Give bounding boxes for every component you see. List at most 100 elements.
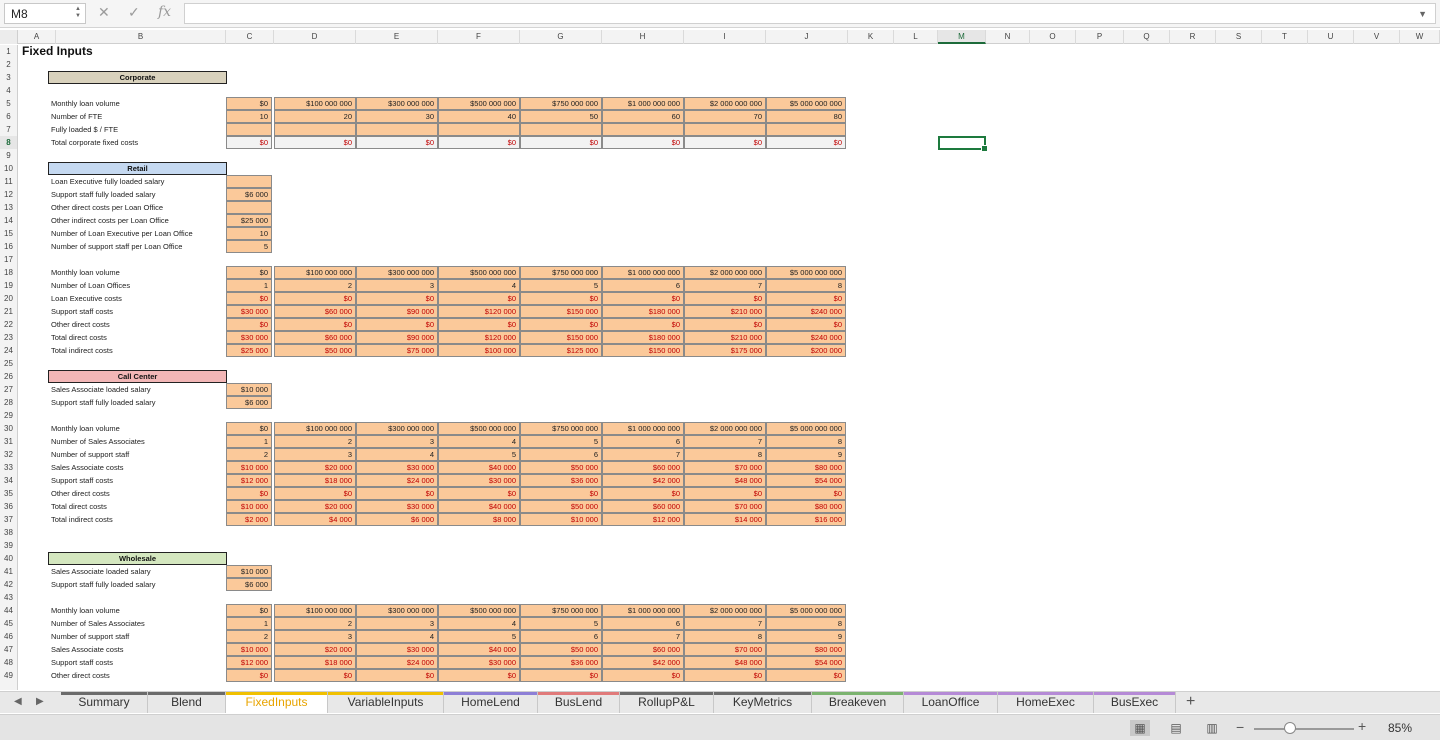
column-header-n[interactable]: N — [986, 30, 1030, 44]
wholesale-table-cell[interactable]: 6 — [602, 617, 684, 630]
corporate-table-cell[interactable] — [766, 123, 846, 136]
wholesale-table-cell[interactable]: $0 — [602, 669, 684, 682]
corporate-table-cell[interactable]: 70 — [684, 110, 766, 123]
row-header-1[interactable]: 1 — [0, 45, 17, 58]
call_center-table-cell[interactable]: $10 000 — [226, 461, 272, 474]
wholesale-table-cell[interactable]: 5 — [438, 630, 520, 643]
retail-table-cell[interactable]: 2 — [274, 279, 356, 292]
row-header-10[interactable]: 10 — [0, 162, 17, 175]
call_center-table-cell[interactable]: $0 — [438, 487, 520, 500]
corporate-table-cell[interactable]: $100 000 000 — [274, 97, 356, 110]
selected-cell[interactable] — [938, 136, 988, 152]
retail-table-cell[interactable]: $0 — [602, 318, 684, 331]
retail-table-cell[interactable]: $1 000 000 000 — [602, 266, 684, 279]
retail-table-cell[interactable]: $0 — [684, 318, 766, 331]
retail-table-cell[interactable]: $180 000 — [602, 331, 684, 344]
call_center-table-cell[interactable]: $300 000 000 — [356, 422, 438, 435]
wholesale-table-cell[interactable]: $24 000 — [356, 656, 438, 669]
call_center-table-cell[interactable]: 3 — [356, 435, 438, 448]
retail-table-cell[interactable]: $0 — [438, 318, 520, 331]
page-layout-view-icon[interactable]: ▤ — [1166, 720, 1186, 736]
call_center-table-cell[interactable]: $6 000 — [356, 513, 438, 526]
row-header-15[interactable]: 15 — [0, 227, 17, 240]
wholesale-table-cell[interactable]: 5 — [520, 617, 602, 630]
row-header-41[interactable]: 41 — [0, 565, 17, 578]
call_center-table-cell[interactable]: 4 — [356, 448, 438, 461]
corporate-table-cell[interactable] — [438, 123, 520, 136]
cancel-icon[interactable]: ✕ — [98, 4, 110, 21]
row-header-38[interactable]: 38 — [0, 526, 17, 539]
wholesale-table-cell[interactable]: $60 000 — [602, 643, 684, 656]
wholesale-table-cell[interactable]: $2 000 000 000 — [684, 604, 766, 617]
column-header-m[interactable]: M — [938, 30, 986, 44]
call_center-table-cell[interactable]: 6 — [520, 448, 602, 461]
column-header-w[interactable]: W — [1400, 30, 1440, 44]
row-header-29[interactable]: 29 — [0, 409, 17, 422]
retail-table-cell[interactable]: $0 — [356, 292, 438, 305]
call_center-table-cell[interactable]: $0 — [274, 487, 356, 500]
corporate-table-cell[interactable]: $0 — [356, 136, 438, 149]
retail-table-cell[interactable]: $30 000 — [226, 305, 272, 318]
call_center-table-cell[interactable]: 8 — [684, 448, 766, 461]
corporate-table-cell[interactable]: 20 — [274, 110, 356, 123]
retail-table-cell[interactable]: 7 — [684, 279, 766, 292]
call_center-table-cell[interactable]: $70 000 — [684, 500, 766, 513]
column-header-b[interactable]: B — [56, 30, 226, 44]
row-header-47[interactable]: 47 — [0, 643, 17, 656]
call_center-table-cell[interactable]: $48 000 — [684, 474, 766, 487]
column-header-o[interactable]: O — [1030, 30, 1076, 44]
zoom-slider-track[interactable] — [1254, 728, 1354, 730]
row-header-37[interactable]: 37 — [0, 513, 17, 526]
call_center-table-cell[interactable]: $0 — [684, 487, 766, 500]
corporate-table-cell[interactable] — [356, 123, 438, 136]
call_center-table-cell[interactable]: 7 — [684, 435, 766, 448]
retail-table-cell[interactable]: 6 — [602, 279, 684, 292]
retail-table-cell[interactable]: $500 000 000 — [438, 266, 520, 279]
column-header-g[interactable]: G — [520, 30, 602, 44]
call_center-table-cell[interactable]: $20 000 — [274, 461, 356, 474]
zoom-out-icon[interactable]: − — [1236, 719, 1244, 735]
column-header-k[interactable]: K — [848, 30, 894, 44]
retail-table-cell[interactable]: $75 000 — [356, 344, 438, 357]
call_center-table-cell[interactable]: $0 — [356, 487, 438, 500]
retail-table-cell[interactable]: 1 — [226, 279, 272, 292]
row-header-32[interactable]: 32 — [0, 448, 17, 461]
wholesale-table-cell[interactable]: $30 000 — [438, 656, 520, 669]
corporate-table-cell[interactable]: 30 — [356, 110, 438, 123]
wholesale-table-cell[interactable]: $750 000 000 — [520, 604, 602, 617]
call_center-table-cell[interactable]: $2 000 — [226, 513, 272, 526]
corporate-table-cell[interactable]: $0 — [226, 136, 272, 149]
column-header-r[interactable]: R — [1170, 30, 1216, 44]
row-header-20[interactable]: 20 — [0, 292, 17, 305]
wholesale-table-cell[interactable]: $0 — [766, 669, 846, 682]
retail-table-cell[interactable]: $0 — [226, 266, 272, 279]
confirm-icon[interactable]: ✓ — [128, 4, 140, 21]
wholesale-table-cell[interactable]: $0 — [226, 669, 272, 682]
retail-table-cell[interactable]: $50 000 — [274, 344, 356, 357]
wholesale-table-cell[interactable]: $5 000 000 000 — [766, 604, 846, 617]
wholesale-table-cell[interactable]: $36 000 — [520, 656, 602, 669]
wholesale-table-cell[interactable]: 6 — [520, 630, 602, 643]
row-header-45[interactable]: 45 — [0, 617, 17, 630]
wholesale-table-cell[interactable]: 2 — [274, 617, 356, 630]
wholesale-table-cell[interactable]: $0 — [274, 669, 356, 682]
column-header-t[interactable]: T — [1262, 30, 1308, 44]
row-header-9[interactable]: 9 — [0, 149, 17, 162]
retail-table-cell[interactable]: $200 000 — [766, 344, 846, 357]
column-header-f[interactable]: F — [438, 30, 520, 44]
tab-homelend[interactable]: HomeLend — [444, 692, 538, 713]
retail-table-cell[interactable]: 8 — [766, 279, 846, 292]
corporate-table-cell[interactable] — [602, 123, 684, 136]
call_center-table-cell[interactable]: $36 000 — [520, 474, 602, 487]
row-header-14[interactable]: 14 — [0, 214, 17, 227]
retail-input-cell[interactable]: 5 — [226, 240, 272, 253]
column-header-e[interactable]: E — [356, 30, 438, 44]
corporate-table-cell[interactable] — [520, 123, 602, 136]
row-header-33[interactable]: 33 — [0, 461, 17, 474]
tab-keymetrics[interactable]: KeyMetrics — [714, 692, 812, 713]
corporate-table-cell[interactable]: $0 — [226, 97, 272, 110]
row-header-48[interactable]: 48 — [0, 656, 17, 669]
corporate-table-cell[interactable]: 50 — [520, 110, 602, 123]
column-header-a[interactable]: A — [18, 30, 56, 44]
call_center-table-cell[interactable]: $20 000 — [274, 500, 356, 513]
